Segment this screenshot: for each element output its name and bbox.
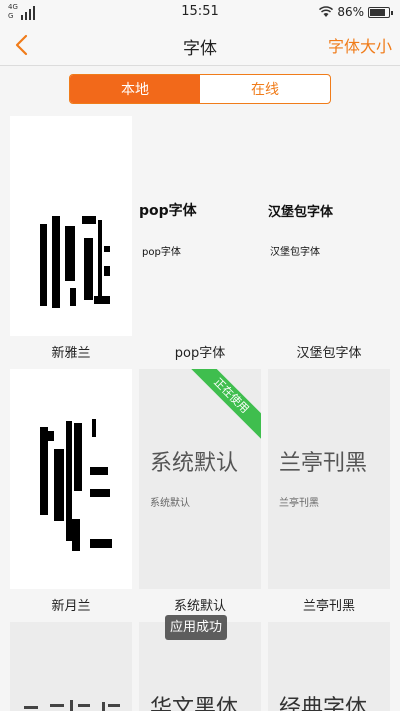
font-preview-image xyxy=(24,700,120,711)
font-name: 系统默认 xyxy=(173,599,226,614)
font-preview-small: 汉堡包字体 xyxy=(270,247,320,258)
font-name: 新雅兰 xyxy=(51,346,91,361)
font-name: 新月兰 xyxy=(51,599,91,614)
battery-percent: 86% xyxy=(337,5,364,19)
font-preview-image xyxy=(40,419,112,551)
font-card-lanting[interactable]: 兰亭刊黑 兰亭刊黑 xyxy=(268,369,390,589)
font-size-button[interactable]: 字体大小 xyxy=(328,33,392,57)
wifi-icon xyxy=(319,6,334,17)
font-card-xinyuelan[interactable] xyxy=(10,369,132,589)
font-name: pop字体 xyxy=(174,346,226,361)
font-card-pop[interactable]: pop字体 pop字体 xyxy=(139,116,261,336)
font-card-partial[interactable] xyxy=(10,622,132,711)
font-preview-large: 兰亭刊黑 xyxy=(279,451,368,476)
in-use-badge: 正在使用 xyxy=(183,369,261,444)
font-name: 兰亭刊黑 xyxy=(302,599,355,614)
source-tabs: 本地 在线 xyxy=(69,74,331,104)
tab-local[interactable]: 本地 xyxy=(70,75,200,103)
font-preview-large: 经典字体 xyxy=(279,696,368,711)
font-card-xinyalan[interactable] xyxy=(10,116,132,336)
font-name: 汉堡包字体 xyxy=(296,346,362,361)
font-card-hanbaobao[interactable]: 汉堡包字体 汉堡包字体 xyxy=(268,116,390,336)
font-preview-small: pop字体 xyxy=(142,247,181,258)
status-bar: 4G G 15:51 86% xyxy=(0,0,400,24)
font-preview-large: 系统默认 xyxy=(150,451,239,476)
font-preview-image xyxy=(40,216,110,308)
tab-online[interactable]: 在线 xyxy=(200,75,330,103)
font-preview-small: 系统默认 xyxy=(150,498,190,509)
title-bar: 字体 字体大小 xyxy=(0,24,400,66)
font-preview-small: 兰亭刊黑 xyxy=(279,498,319,509)
font-preview-large: 汉堡包字体 xyxy=(268,205,334,220)
font-preview-large: 华文黑体 xyxy=(150,696,239,711)
battery-icon xyxy=(368,6,393,18)
font-card-system-default[interactable]: 系统默认 系统默认 正在使用 xyxy=(139,369,261,589)
toast-message: 应用成功 xyxy=(165,615,228,640)
font-card-classic[interactable]: 经典字体 xyxy=(268,622,390,711)
font-preview-large: pop字体 xyxy=(139,203,197,219)
